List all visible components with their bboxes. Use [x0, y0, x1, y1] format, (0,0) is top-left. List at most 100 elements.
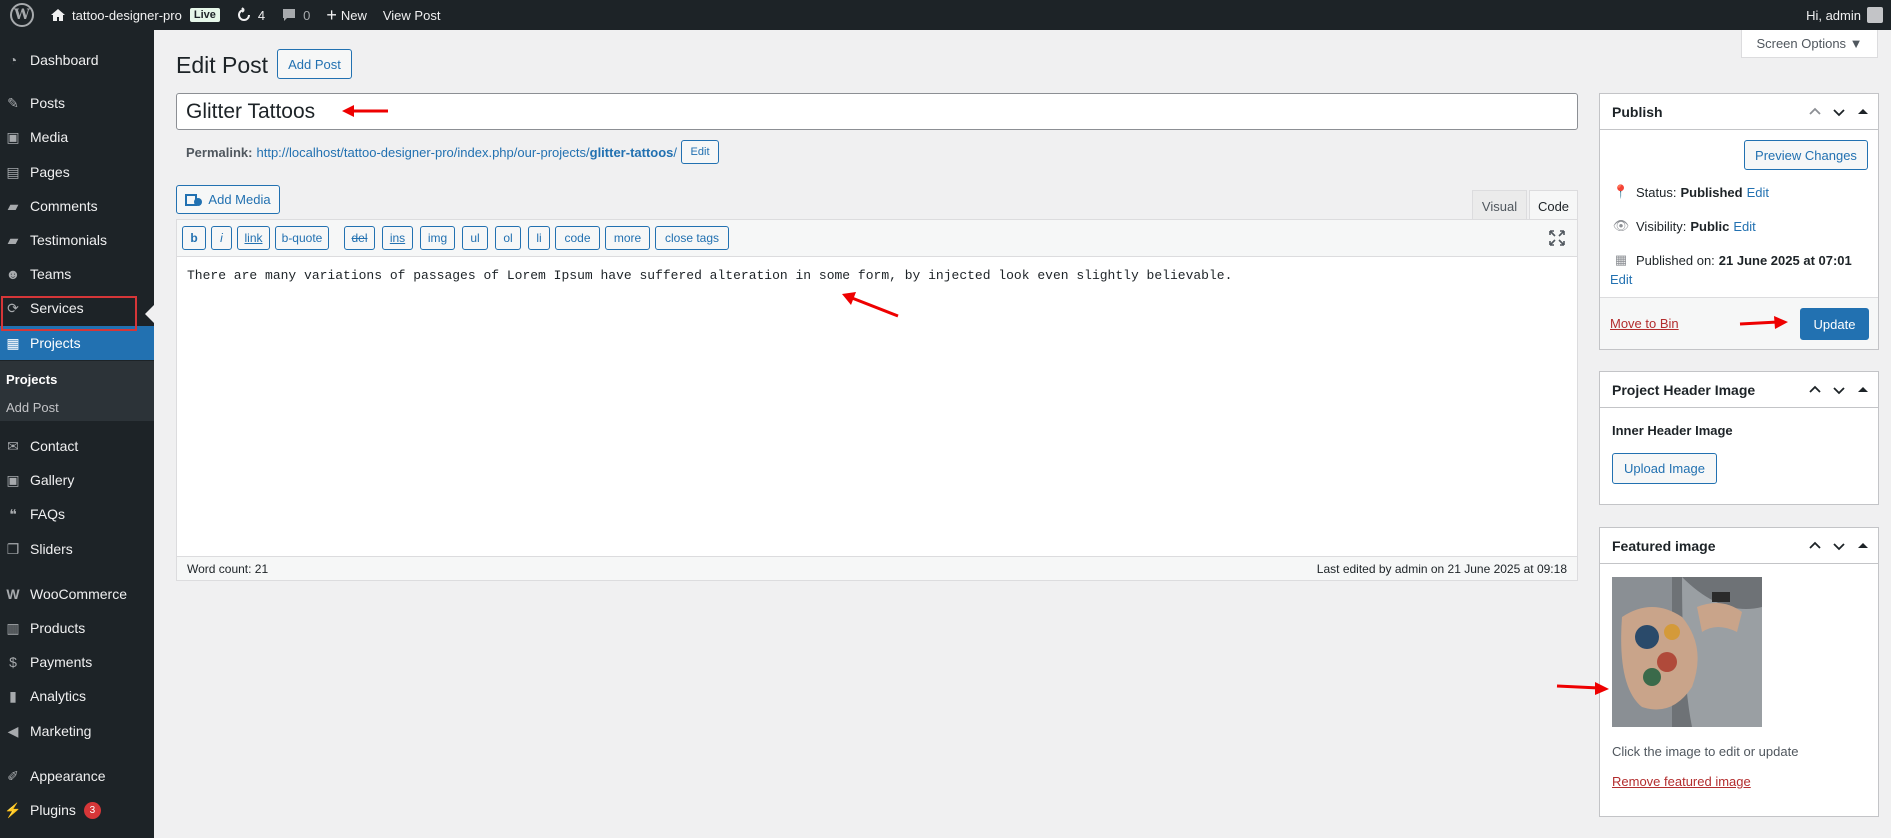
code-editor: b i link b-quote del ins img ul ol li co…	[176, 219, 1578, 581]
add-post-button[interactable]: Add Post	[277, 49, 352, 79]
dashboard-icon: ◔	[8, 52, 18, 68]
view-post-link[interactable]: View Post	[375, 0, 449, 30]
mail-icon: ✉	[7, 437, 19, 454]
menu-marketing[interactable]: ◀ Marketing	[0, 714, 154, 748]
avatar	[1867, 7, 1883, 23]
my-account-menu[interactable]: Hi, admin	[1798, 0, 1891, 30]
plugins-update-badge: 3	[83, 801, 101, 819]
qt-del-button[interactable]: del	[344, 226, 375, 250]
qt-ins-button[interactable]: ins	[382, 226, 413, 250]
preview-changes-button[interactable]: Preview Changes	[1744, 140, 1868, 170]
menu-sliders[interactable]: ❐ Sliders	[0, 532, 154, 566]
update-button[interactable]: Update	[1800, 308, 1869, 340]
chevron-down-icon[interactable]	[1830, 381, 1848, 399]
menu-dashboard[interactable]: ◔ Dashboard	[0, 43, 154, 77]
annotation-arrow-title	[342, 105, 388, 117]
add-media-button[interactable]: Add Media	[176, 185, 280, 214]
menu-teams[interactable]: ☻ Teams	[0, 257, 154, 291]
qt-bold-button[interactable]: b	[182, 226, 206, 250]
menu-projects[interactable]: ▦ Projects	[0, 326, 154, 360]
comments-menu[interactable]: 0	[273, 0, 318, 30]
qt-ul-button[interactable]: ul	[462, 226, 488, 250]
menu-comments[interactable]: ▰ Comments	[0, 189, 154, 223]
qt-link-button[interactable]: link	[237, 226, 270, 250]
qt-bquote-button[interactable]: b-quote	[275, 226, 329, 250]
menu-gallery[interactable]: ▣ Gallery	[0, 463, 154, 497]
remove-featured-image-link[interactable]: Remove featured image	[1612, 774, 1751, 789]
menu-pages[interactable]: ▤ Pages	[0, 155, 154, 189]
current-menu-pointer	[145, 305, 154, 323]
gallery-icon: ▣	[6, 471, 20, 488]
screen-options-button[interactable]: Screen Options ▼	[1741, 30, 1878, 58]
qt-code-button[interactable]: code	[555, 226, 600, 250]
menu-posts[interactable]: ✎ Posts	[0, 86, 154, 120]
site-name-menu[interactable]: tattoo-designer-pro Live	[42, 0, 228, 30]
chevron-down-icon[interactable]	[1830, 103, 1848, 121]
woo-icon: W	[6, 586, 20, 602]
permalink-edit-button[interactable]: Edit	[681, 140, 720, 164]
wp-logo-menu[interactable]: W	[0, 0, 42, 30]
menu-analytics[interactable]: ▮ Analytics	[0, 679, 154, 713]
featured-image-title: Featured image	[1612, 537, 1716, 554]
menu-plugins[interactable]: ⚡ Plugins 3	[0, 793, 154, 827]
wordpress-logo-icon: W	[10, 3, 34, 27]
permalink-label: Permalink:	[186, 144, 253, 160]
tab-code[interactable]: Code	[1529, 190, 1578, 221]
visibility-edit-link[interactable]: Edit	[1733, 219, 1755, 234]
menu-testimonials[interactable]: ▰ Testimonials	[0, 223, 154, 257]
services-icon: ⟳	[7, 299, 19, 316]
menu-faqs[interactable]: ❝ FAQs	[0, 497, 154, 531]
upload-image-button[interactable]: Upload Image	[1612, 453, 1717, 484]
greeting: Hi, admin	[1806, 7, 1861, 23]
chevron-down-icon[interactable]	[1830, 537, 1848, 555]
project-header-image-box: Project Header Image Inner Header Image …	[1599, 371, 1879, 505]
chevron-up-icon[interactable]	[1806, 537, 1824, 555]
publish-box-title: Publish	[1612, 103, 1663, 120]
archive-icon: ▥	[6, 619, 20, 636]
menu-woocommerce[interactable]: W WooCommerce	[0, 577, 154, 611]
featured-image-thumbnail[interactable]	[1612, 577, 1762, 727]
featured-image-header: Featured image	[1600, 528, 1878, 564]
media-icon: ▣	[6, 128, 20, 145]
fullscreen-icon[interactable]	[1549, 230, 1565, 246]
annotation-arrow-content	[842, 292, 899, 318]
permalink-link[interactable]: http://localhost/tattoo-designer-pro/ind…	[256, 145, 677, 160]
qt-close-tags-button[interactable]: close tags	[655, 226, 729, 250]
menu-media[interactable]: ▣ Media	[0, 120, 154, 154]
qt-more-button[interactable]: more	[605, 226, 650, 250]
visibility-row: 👁 Visibility: Public Edit	[1612, 218, 1756, 234]
menu-contact[interactable]: ✉ Contact	[0, 429, 154, 463]
qt-ol-button[interactable]: ol	[495, 226, 521, 250]
menu-services[interactable]: ⟳ Services	[0, 291, 154, 325]
chevron-up-icon[interactable]	[1806, 381, 1824, 399]
submenu-projects[interactable]: Projects	[0, 365, 154, 393]
add-media-label: Add Media	[208, 192, 271, 207]
published-on-edit-link[interactable]: Edit	[1610, 272, 1632, 287]
payments-icon: $	[9, 654, 17, 670]
calendar-icon: ▦	[1614, 252, 1628, 267]
new-content-menu[interactable]: + New	[318, 0, 375, 30]
move-to-bin-link[interactable]: Move to Bin	[1610, 316, 1679, 331]
qt-li-button[interactable]: li	[528, 226, 550, 250]
status-edit-link[interactable]: Edit	[1747, 185, 1769, 200]
live-badge: Live	[189, 8, 220, 22]
toggle-panel-icon[interactable]	[1854, 381, 1872, 399]
published-on-row: ▦ Published on: 21 June 2025 at 07:01	[1600, 251, 1856, 269]
home-icon	[51, 9, 65, 21]
submenu-add-post[interactable]: Add Post	[0, 393, 154, 421]
toggle-panel-icon[interactable]	[1854, 103, 1872, 121]
toggle-panel-icon[interactable]	[1854, 537, 1872, 555]
chevron-up-icon[interactable]	[1806, 103, 1824, 121]
qt-img-button[interactable]: img	[420, 226, 455, 250]
qt-italic-button[interactable]: i	[211, 226, 232, 250]
tab-visual[interactable]: Visual	[1472, 190, 1527, 221]
admin-sidebar: ◔ Dashboard ✎ Posts ▣ Media ▤ Pages ▰ Comment…	[0, 30, 154, 838]
projects-submenu: Projects Add Post	[0, 361, 154, 421]
menu-payments[interactable]: $ Payments	[0, 645, 154, 679]
menu-appearance[interactable]: ✐ Appearance	[0, 759, 154, 793]
editor-content[interactable]: There are many variations of passages of…	[187, 268, 1232, 283]
featured-image-box: Featured image Click the image to edit o…	[1599, 527, 1879, 817]
menu-products[interactable]: ▥ Products	[0, 611, 154, 645]
updates-menu[interactable]: 4	[228, 0, 273, 30]
updates-count: 4	[257, 7, 266, 23]
